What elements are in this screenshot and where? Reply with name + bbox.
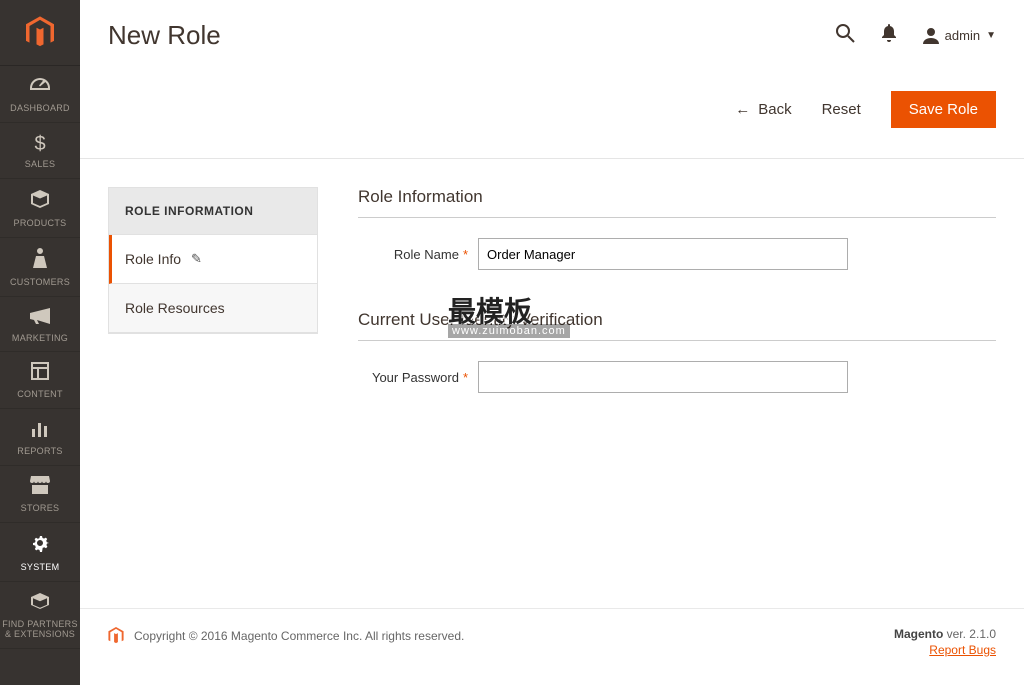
action-bar: ← Back Reset Save Role [80, 61, 1024, 159]
tab-role-resources[interactable]: Role Resources [109, 284, 317, 333]
back-label: Back [758, 101, 791, 118]
nav-label: Customers [10, 278, 70, 288]
fieldset-role-info-title: Role Information [358, 187, 996, 218]
footer-copyright: Copyright © 2016 Magento Commerce Inc. A… [134, 629, 464, 643]
nav-label: Marketing [12, 334, 68, 344]
pencil-icon: ✎ [191, 251, 202, 267]
admin-nav: Dashboard $ Sales Products Customers Mar… [0, 0, 80, 685]
nav-reports[interactable]: Reports [0, 409, 80, 466]
nav-system[interactable]: System [0, 523, 80, 582]
dollar-icon: $ [34, 133, 45, 156]
nav-marketing[interactable]: Marketing [0, 297, 80, 353]
reset-button[interactable]: Reset [822, 101, 861, 118]
box-icon [30, 189, 50, 215]
nav-stores[interactable]: Stores [0, 466, 80, 523]
password-input[interactable] [478, 361, 848, 393]
tab-label: Role Info [125, 251, 181, 267]
required-icon: * [463, 370, 468, 385]
nav-sales[interactable]: $ Sales [0, 123, 80, 179]
layout-icon [31, 362, 49, 386]
notifications-icon[interactable] [881, 24, 897, 47]
nav-dashboard[interactable]: Dashboard [0, 66, 80, 123]
magento-mark-icon [108, 627, 124, 645]
nav-label: Sales [25, 160, 56, 170]
gear-icon [30, 533, 50, 559]
nav-partners[interactable]: Find Partners & Extensions [0, 582, 80, 649]
back-button[interactable]: ← Back [735, 101, 791, 118]
search-icon[interactable] [835, 23, 855, 48]
report-bugs-link[interactable]: Report Bugs [894, 643, 996, 657]
magento-logo[interactable] [0, 0, 80, 66]
role-name-label: Role Name* [358, 247, 478, 262]
nav-content[interactable]: Content [0, 352, 80, 409]
megaphone-icon [30, 307, 50, 330]
gauge-icon [29, 76, 51, 100]
footer-version: Magento ver. 2.1.0 [894, 627, 996, 641]
magento-logo-icon [26, 16, 54, 50]
save-role-button[interactable]: Save Role [891, 91, 996, 128]
store-icon [30, 476, 50, 500]
nav-label: Reports [17, 447, 62, 457]
role-name-input[interactable] [478, 238, 848, 270]
chevron-down-icon: ▼ [986, 30, 996, 41]
user-label: admin [945, 28, 980, 43]
nav-label: Content [17, 390, 63, 400]
partners-icon [30, 592, 50, 616]
nav-customers[interactable]: Customers [0, 238, 80, 297]
tabs-panel: ROLE INFORMATION Role Info ✎ Role Resour… [108, 187, 318, 334]
required-icon: * [463, 247, 468, 262]
person-icon [33, 248, 47, 274]
tab-role-info[interactable]: Role Info ✎ [109, 235, 317, 284]
tab-label: Role Resources [125, 300, 225, 316]
bars-icon [31, 419, 49, 443]
page-title: New Role [108, 20, 221, 51]
fieldset-verification-title: Current User Identity Verification [358, 310, 996, 341]
user-icon [923, 28, 939, 44]
nav-products[interactable]: Products [0, 179, 80, 238]
nav-label: System [21, 563, 60, 573]
nav-label: Stores [21, 504, 60, 514]
password-label: Your Password* [358, 370, 478, 385]
user-menu[interactable]: admin ▼ [923, 28, 996, 44]
nav-label: Products [14, 219, 67, 229]
nav-label: Dashboard [10, 104, 70, 114]
tabs-heading: ROLE INFORMATION [109, 188, 317, 235]
nav-label: Find Partners & Extensions [2, 620, 78, 640]
arrow-left-icon: ← [735, 101, 750, 118]
